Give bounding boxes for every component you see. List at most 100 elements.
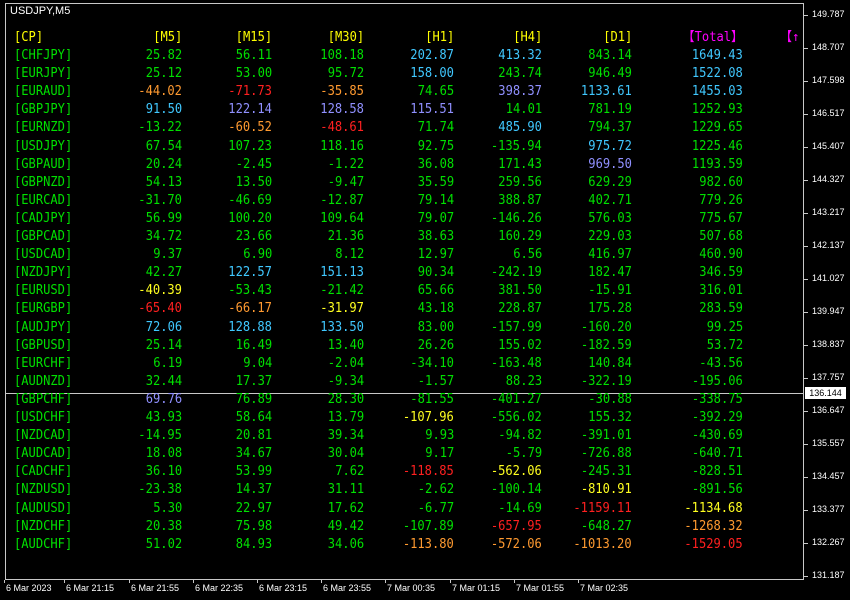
strength-value: -391.01: [581, 428, 632, 444]
strength-value: 69.76: [145, 391, 182, 407]
strength-value: 84.93: [235, 536, 272, 552]
strength-value: 88.23: [505, 373, 542, 389]
price-tick: [804, 114, 808, 115]
strength-value: 6.56: [512, 247, 542, 263]
price-label: 143.217: [812, 207, 845, 217]
strength-value: 72.06: [145, 319, 182, 335]
price-tick: [804, 378, 808, 379]
time-tick: [450, 580, 451, 583]
strength-value: 34.72: [145, 229, 182, 244]
strength-value: -2.45: [235, 156, 272, 172]
pair-symbol: [USDCAD]: [14, 247, 73, 263]
time-label: 6 Mar 23:15: [259, 583, 308, 593]
strength-value: 74.65: [417, 84, 454, 100]
price-tick: [804, 15, 808, 16]
strength-value: 43.18: [417, 301, 454, 317]
strength-value: 58.64: [235, 410, 272, 425]
price-label: 133.377: [812, 504, 845, 514]
strength-value: 122.57: [228, 265, 272, 281]
pair-symbol: [USDJPY]: [14, 138, 73, 154]
time-label: 6 Mar 22:35: [195, 583, 244, 593]
strength-value: 35.59: [417, 174, 454, 190]
strength-value: 71.74: [417, 120, 454, 136]
strength-value: 107.23: [228, 138, 272, 154]
strength-value: -14.95: [138, 428, 182, 444]
strength-value: 202.87: [410, 48, 454, 63]
strength-value: -65.40: [138, 301, 182, 317]
strength-value: 23.66: [235, 229, 272, 244]
price-label: 131.187: [812, 570, 845, 580]
strength-value: -13.22: [138, 120, 182, 136]
strength-value: -891.56: [692, 482, 743, 498]
price-tick: [804, 543, 808, 544]
strength-value: -322.19: [581, 373, 632, 389]
strength-value: 9.17: [424, 446, 454, 462]
price-tick: [804, 477, 808, 478]
strength-value: -1159.11: [573, 500, 632, 516]
strength-value: -726.88: [581, 446, 632, 462]
strength-value: 1193.59: [692, 156, 743, 172]
price-label: 134.457: [812, 471, 845, 481]
pair-symbol: [AUDUSD]: [14, 500, 73, 516]
strength-value: 76.89: [235, 391, 272, 407]
strength-value: 1522.08: [692, 66, 743, 82]
strength-value: 398.37: [498, 84, 542, 100]
strength-value: 128.88: [228, 319, 272, 335]
strength-value: 460.90: [699, 247, 743, 263]
strength-value: -66.17: [228, 301, 272, 317]
strength-value: 229.03: [588, 229, 632, 244]
strength-value: 507.68: [699, 229, 743, 244]
strength-value: 14.37: [235, 482, 272, 498]
price-label: 141.027: [812, 273, 845, 283]
strength-value: -1134.68: [684, 500, 743, 516]
strength-value: 975.72: [588, 138, 632, 154]
strength-value: -113.80: [403, 536, 454, 552]
pair-symbol: [AUDCHF]: [14, 536, 73, 552]
strength-value: 115.51: [410, 102, 454, 118]
pair-symbol: [NZDJPY]: [14, 265, 73, 281]
strength-value: 30.04: [327, 446, 364, 462]
column-header: 【Total】: [682, 30, 743, 45]
strength-value: -107.89: [403, 518, 454, 534]
pair-symbol: [EURAUD]: [14, 84, 73, 100]
strength-value: 7.62: [334, 464, 364, 480]
price-tick: [804, 345, 808, 346]
strength-value: 9.93: [424, 428, 454, 444]
strength-value: -1529.05: [684, 536, 743, 552]
price-label: 145.407: [812, 141, 845, 151]
strength-value: 781.19: [588, 102, 632, 118]
price-tick: [804, 246, 808, 247]
price-tick: [804, 279, 808, 280]
strength-value: 108.18: [320, 48, 364, 63]
strength-value: 17.37: [235, 373, 272, 389]
strength-value: 25.82: [145, 48, 182, 63]
strength-value: 283.59: [699, 301, 743, 317]
strength-value: -242.19: [491, 265, 542, 281]
chart-area[interactable]: [5, 3, 804, 580]
strength-value: -107.96: [403, 410, 454, 425]
strength-value: -14.69: [498, 500, 542, 516]
strength-value: 982.60: [699, 174, 743, 190]
strength-value: -53.43: [228, 283, 272, 299]
strength-value: -15.91: [588, 283, 632, 299]
strength-value: 228.87: [498, 301, 542, 317]
column-header: [D1]: [602, 30, 632, 45]
strength-value: -43.56: [699, 355, 743, 371]
strength-value: 969.50: [588, 156, 632, 172]
strength-value: -1013.20: [573, 536, 632, 552]
strength-value: 91.50: [145, 102, 182, 118]
time-tick: [64, 580, 65, 583]
strength-value: 171.43: [498, 156, 542, 172]
strength-value: 9.37: [152, 247, 182, 263]
price-tick: [804, 147, 808, 148]
strength-value: -30.88: [588, 391, 632, 407]
strength-value: 90.34: [417, 265, 454, 281]
strength-value: 42.27: [145, 265, 182, 281]
price-tick: [804, 444, 808, 445]
strength-value: 1225.46: [692, 138, 743, 154]
strength-value: 20.81: [235, 428, 272, 444]
price-label: 147.598: [812, 75, 845, 85]
strength-value: 25.12: [145, 66, 182, 82]
strength-value: 28.30: [327, 391, 364, 407]
strength-value: -245.31: [581, 464, 632, 480]
